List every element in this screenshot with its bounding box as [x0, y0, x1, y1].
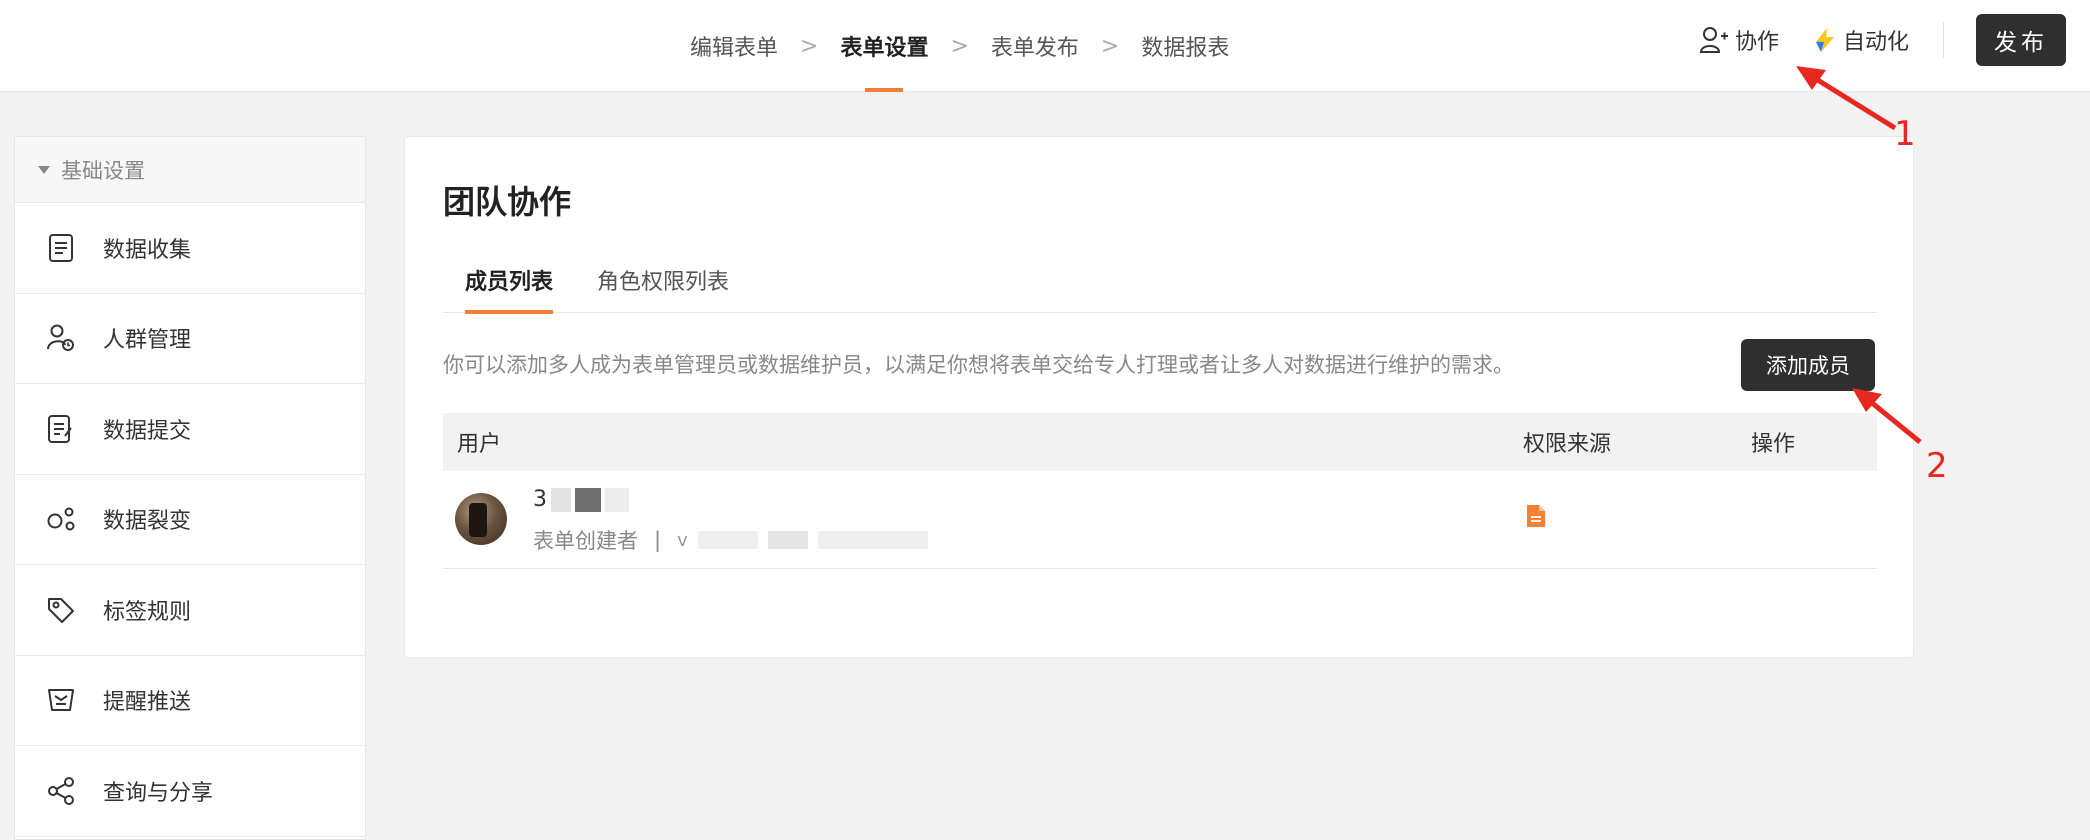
step-nav: 编辑表单 > 表单设置 > 表单发布 > 数据报表	[690, 0, 1229, 92]
submit-doc-icon	[45, 413, 77, 445]
sidebar-section-title: 基础设置	[61, 158, 145, 183]
redacted-block	[817, 531, 928, 549]
settings-sidebar: 基础设置 数据收集 人群管理 数据提交 数据裂变 标签规则 提醒推送 查询与分享	[14, 136, 366, 840]
sidebar-item-data-collect[interactable]: 数据收集	[15, 203, 365, 294]
role-separator: |	[654, 528, 662, 552]
caret-down-icon	[38, 165, 50, 174]
column-header-user: 用户	[457, 432, 502, 457]
sidebar-item-label: 标签规则	[103, 599, 192, 625]
sidebar-item-label: 数据裂变	[103, 509, 192, 535]
list-doc-icon	[45, 232, 77, 264]
add-user-icon	[1699, 27, 1728, 53]
redacted-block	[767, 531, 808, 549]
member-role-label: 表单创建者	[533, 529, 638, 553]
chevron-right-icon: >	[950, 33, 969, 59]
sidebar-item-crowd-manage[interactable]: 人群管理	[15, 294, 365, 384]
team-collab-card: 团队协作 成员列表 角色权限列表 你可以添加多人成为表单管理员或数据维护员，以满…	[404, 136, 1914, 658]
sidebar-section-header[interactable]: 基础设置	[15, 137, 365, 203]
step-form-publish[interactable]: 表单发布	[991, 0, 1079, 92]
sidebar-item-query-share[interactable]: 查询与分享	[15, 746, 365, 837]
step-edit-form[interactable]: 编辑表单	[690, 0, 778, 92]
member-table: 用户 权限来源 操作 3 表单创建者 | v	[443, 413, 1877, 569]
avatar	[455, 493, 507, 545]
divider	[1943, 22, 1944, 58]
fission-icon	[45, 503, 77, 535]
tab-role-permissions[interactable]: 角色权限列表	[597, 247, 729, 313]
notify-icon	[45, 684, 77, 716]
tab-member-list[interactable]: 成员列表	[465, 247, 554, 314]
collab-label: 协作	[1734, 30, 1779, 55]
sidebar-item-notify-push[interactable]: 提醒推送	[15, 656, 365, 746]
automation-button[interactable]: 自动化	[1813, 24, 1909, 56]
sidebar-item-label: 数据提交	[103, 418, 192, 444]
share-icon	[45, 775, 77, 807]
collab-button[interactable]: 协作	[1699, 24, 1779, 56]
member-extra-initial: v	[677, 529, 688, 551]
column-header-actions: 操作	[1751, 432, 1796, 457]
top-actions: 协作 自动化 发布	[1699, 14, 2066, 66]
tag-icon	[45, 594, 77, 626]
step-data-report[interactable]: 数据报表	[1141, 0, 1229, 92]
redacted-block	[551, 487, 571, 512]
collab-tabs: 成员列表 角色权限列表	[443, 247, 1877, 314]
top-bar: 编辑表单 > 表单设置 > 表单发布 > 数据报表 协作 自动化 发布	[0, 0, 2090, 92]
sidebar-item-label: 人群管理	[103, 328, 192, 354]
member-role: 表单创建者 | v	[533, 525, 928, 555]
sidebar-item-label: 查询与分享	[103, 780, 214, 806]
table-row: 3 表单创建者 | v	[443, 471, 1877, 569]
column-header-permission-source: 权限来源	[1523, 432, 1612, 457]
sidebar-item-data-fission[interactable]: 数据裂变	[15, 475, 365, 565]
collab-description: 你可以添加多人成为表单管理员或数据维护员，以满足你想将表单交给专人打理或者让多人…	[443, 353, 1514, 377]
table-header: 用户 权限来源 操作	[443, 413, 1877, 471]
page-title: 团队协作	[443, 183, 572, 221]
chevron-right-icon: >	[1100, 33, 1120, 59]
file-doc-icon	[1525, 503, 1547, 533]
redacted-block	[575, 487, 601, 512]
annotation-label-1: 1	[1894, 114, 1916, 154]
sidebar-item-label: 数据收集	[103, 237, 192, 263]
redacted-block	[605, 487, 629, 512]
user-group-icon	[45, 322, 77, 354]
annotation-label-2: 2	[1926, 446, 1948, 486]
sidebar-item-tag-rules[interactable]: 标签规则	[15, 565, 365, 656]
sidebar-item-data-submit[interactable]: 数据提交	[15, 384, 365, 475]
member-name: 3	[533, 487, 629, 512]
publish-button[interactable]: 发布	[1976, 14, 2066, 66]
add-member-button[interactable]: 添加成员	[1741, 339, 1875, 391]
automation-icon	[1815, 28, 1834, 52]
chevron-right-icon: >	[800, 33, 819, 59]
sidebar-item-label: 提醒推送	[103, 690, 192, 716]
redacted-block	[697, 531, 758, 549]
automation-label: 自动化	[1842, 30, 1909, 55]
member-name-initial: 3	[533, 487, 547, 512]
step-form-settings[interactable]: 表单设置	[840, 0, 928, 92]
